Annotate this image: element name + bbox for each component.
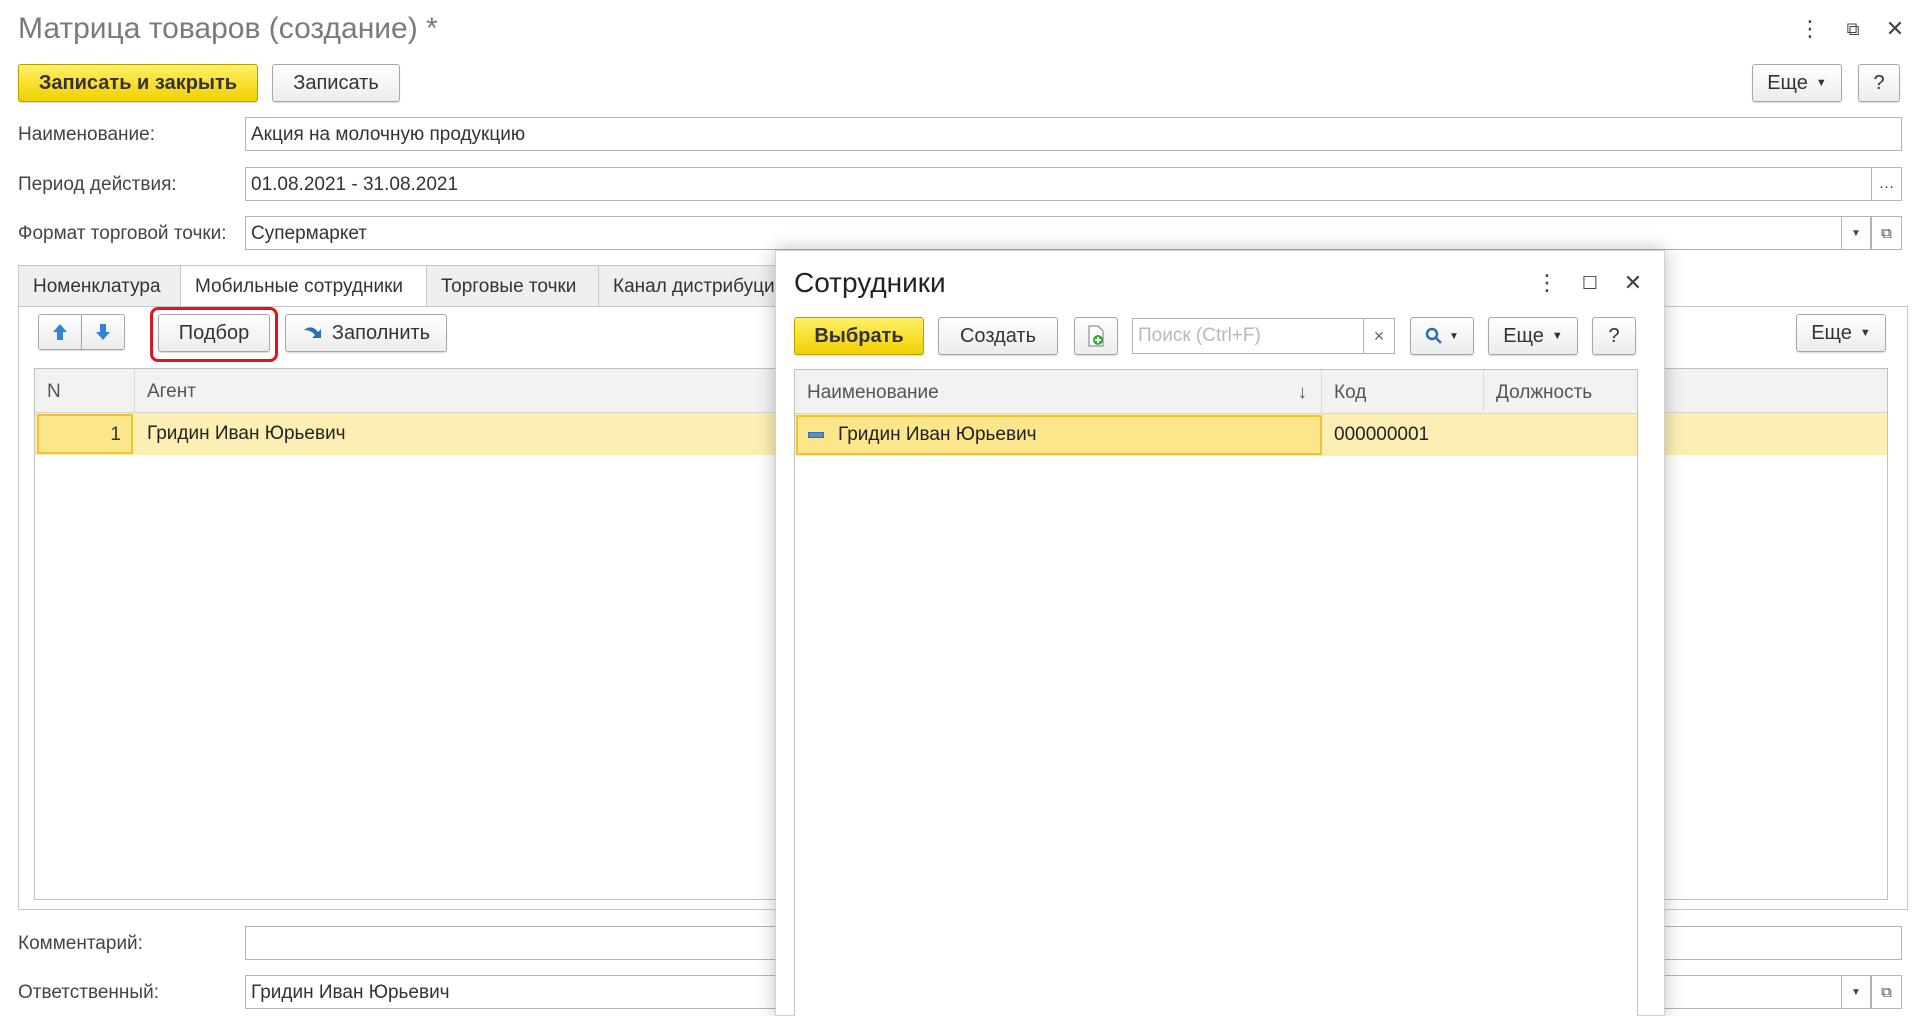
column-header-position[interactable]: Должность xyxy=(1484,370,1637,414)
dialog-close-icon[interactable]: ✕ xyxy=(1618,268,1648,298)
column-header-code[interactable]: Код xyxy=(1322,370,1484,414)
create-button[interactable]: Создать xyxy=(938,317,1058,355)
window-title: Матрица товаров (создание) * xyxy=(18,12,438,45)
tab-more-label: Еще xyxy=(1811,321,1852,344)
responsible-dropdown-button[interactable]: ▼ xyxy=(1841,975,1871,1009)
arrow-down-icon xyxy=(96,324,110,340)
dropdown-arrow-icon: ▼ xyxy=(1449,330,1459,342)
dialog-table-header: Наименование ↓ Код Должность xyxy=(795,370,1637,414)
name-field[interactable]: Акция на молочную продукцию xyxy=(245,117,1902,151)
employee-code-cell[interactable]: 000000001 xyxy=(1334,414,1429,456)
save-and-close-button[interactable]: Записать и закрыть xyxy=(18,64,258,102)
row-number-cell[interactable]: 1 xyxy=(37,414,133,454)
more-label: Еще xyxy=(1767,71,1808,94)
sort-down-icon: ↓ xyxy=(1297,382,1308,403)
column-header-name[interactable]: Наименование ↓ xyxy=(795,370,1322,414)
dialog-more-label: Еще xyxy=(1503,324,1544,347)
arrow-up-icon xyxy=(53,324,67,340)
name-label: Наименование: xyxy=(18,124,155,145)
move-up-button[interactable] xyxy=(38,314,82,350)
list-item-icon xyxy=(808,432,824,438)
format-open-button[interactable]: ⧉ xyxy=(1871,216,1902,250)
responsible-open-button[interactable]: ⧉ xyxy=(1871,975,1902,1009)
fill-button[interactable]: Заполнить xyxy=(285,314,447,352)
move-down-button[interactable] xyxy=(81,314,125,350)
employee-position-cell[interactable] xyxy=(1484,414,1637,456)
save-button[interactable]: Записать xyxy=(272,64,400,102)
period-select-button[interactable]: … xyxy=(1871,167,1902,201)
dialog-help-button[interactable]: ? xyxy=(1592,317,1636,355)
tab-more-button[interactable]: Еще ▼ xyxy=(1796,314,1886,352)
comment-label: Комментарий: xyxy=(18,933,143,954)
responsible-label: Ответственный: xyxy=(18,982,159,1003)
copy-create-button[interactable] xyxy=(1074,317,1118,355)
dialog-more-button[interactable]: Еще ▼ xyxy=(1488,317,1578,355)
dropdown-arrow-icon: ▼ xyxy=(1859,327,1871,339)
dropdown-arrow-icon: ▼ xyxy=(1815,77,1827,89)
format-field[interactable]: Супермаркет xyxy=(245,216,1842,250)
search-icon xyxy=(1425,327,1442,344)
format-label: Формат торговой точки: xyxy=(18,223,227,244)
help-button[interactable]: ? xyxy=(1858,64,1900,102)
pick-button[interactable]: Подбор xyxy=(158,314,270,352)
search-clear-button[interactable]: × xyxy=(1363,318,1395,354)
dropdown-arrow-icon: ▼ xyxy=(1551,330,1563,342)
close-icon[interactable]: ✕ xyxy=(1880,14,1910,44)
dialog-maximize-icon[interactable]: ☐ xyxy=(1575,268,1605,298)
fill-label: Заполнить xyxy=(331,321,431,344)
tab-trade-points[interactable]: Торговые точки xyxy=(426,265,599,307)
tab-distribution-channel[interactable]: Канал дистрибуции xyxy=(598,265,788,307)
tab-nomenclature[interactable]: Номенклатура xyxy=(18,265,181,307)
column-header-n[interactable]: N xyxy=(35,369,135,413)
add-document-icon xyxy=(1088,325,1104,347)
dialog-title: Сотрудники xyxy=(794,267,946,298)
open-icon: ⧉ xyxy=(1881,224,1892,242)
employees-table[interactable]: Наименование ↓ Код Должность Гридин Иван… xyxy=(794,369,1638,1016)
agent-cell[interactable]: Гридин Иван Юрьевич xyxy=(147,413,346,455)
employee-name: Гридин Иван Юрьевич xyxy=(838,424,1037,445)
chevron-down-icon: ▼ xyxy=(1851,986,1861,998)
more-button[interactable]: Еще ▼ xyxy=(1752,64,1842,102)
chevron-down-icon: ▼ xyxy=(1851,227,1861,239)
restore-icon[interactable]: ⧉ xyxy=(1838,14,1868,44)
column-header-name-label: Наименование xyxy=(807,382,939,403)
format-dropdown-button[interactable]: ▼ xyxy=(1841,216,1871,250)
select-button[interactable]: Выбрать xyxy=(794,317,924,355)
open-icon: ⧉ xyxy=(1881,983,1892,1001)
fill-arrow-icon xyxy=(303,327,321,338)
period-field[interactable]: 01.08.2021 - 31.08.2021 xyxy=(245,167,1872,201)
table-row[interactable]: Гридин Иван Юрьевич 000000001 xyxy=(795,414,1637,456)
search-button[interactable]: ▼ xyxy=(1410,317,1474,355)
tab-mobile-employees[interactable]: Мобильные сотрудники xyxy=(180,265,427,307)
more-menu-icon[interactable]: ⋮ xyxy=(1795,14,1825,44)
period-label: Период действия: xyxy=(18,174,177,195)
ellipsis-icon: … xyxy=(1878,175,1895,192)
search-input[interactable]: Поиск (Ctrl+F) xyxy=(1132,318,1364,354)
dialog-more-icon[interactable]: ⋮ xyxy=(1532,268,1562,298)
employees-dialog: Сотрудники ⋮ ☐ ✕ Выбрать Создать Поиск (… xyxy=(775,250,1665,1016)
employee-name-cell[interactable]: Гридин Иван Юрьевич xyxy=(796,415,1322,455)
